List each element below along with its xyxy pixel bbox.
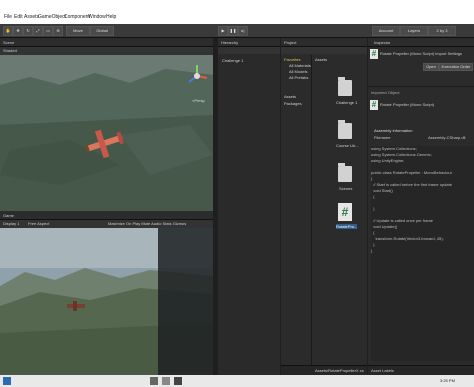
folder-icon[interactable] [338, 77, 352, 96]
tab-game[interactable]: Game [3, 213, 14, 218]
scene-tab-bar: Scene [0, 38, 213, 47]
menu-bar: File Edit Assets GameObject Component Wi… [0, 0, 474, 24]
script-source-preview: using System.Collections; using System.C… [371, 146, 474, 361]
fav-all-models[interactable]: All Models [289, 69, 307, 74]
menu-file[interactable]: File [4, 14, 12, 20]
toolbar: ✋ ✥ ↻ ⤢ ▭ ⊕ Move Global ▶ ❚❚ ▸| Account … [0, 24, 474, 38]
scene-gizmo-icon[interactable] [185, 64, 209, 88]
step-button-icon[interactable]: ▸| [238, 26, 248, 36]
tab-project[interactable]: Project [284, 40, 296, 45]
game-tab-bar: Game [0, 211, 213, 220]
start-icon[interactable] [3, 377, 11, 385]
tab-inspector[interactable]: Inspector [374, 40, 390, 45]
move-tool-icon[interactable]: ✥ [13, 26, 23, 36]
project-divider [311, 55, 312, 365]
asset-labels[interactable]: Asset Labels [371, 368, 394, 373]
selected-asset-path: Assets/RotatePropellerX.cs [315, 368, 364, 373]
transform-tool-icon[interactable]: ⊕ [53, 26, 63, 36]
folder-icon[interactable] [338, 163, 352, 182]
menu-gameobject[interactable]: GameObject [38, 14, 66, 20]
inspector-tab-bar: Inspector [368, 38, 474, 47]
global-toggle[interactable]: Global [90, 26, 114, 36]
scene-viewport[interactable] [0, 55, 213, 211]
project-panel: Project Favorites All Materials All Mode… [281, 38, 367, 376]
scale-tool-icon[interactable]: ⤢ [33, 26, 43, 36]
scene-toolbar: Shaded [0, 47, 213, 55]
menu-window[interactable]: Window [88, 14, 106, 20]
rect-tool-icon[interactable]: ▭ [43, 26, 53, 36]
hand-tool-icon[interactable]: ✋ [3, 26, 13, 36]
scene-panel: Scene Shaded <Persp [0, 38, 213, 211]
game-panel: Game Display 1 Free Aspect Maximize On P… [0, 211, 213, 375]
project-search[interactable] [281, 47, 367, 54]
filename-value: Assembly-CSharp.dll [428, 135, 466, 140]
favorites-node[interactable]: Favorites [284, 57, 300, 62]
rotate-tool-icon[interactable]: ↻ [23, 26, 33, 36]
fav-all-prefabs[interactable]: All Prefabs [289, 75, 308, 80]
script-file-label[interactable]: RotatePro... [336, 224, 358, 229]
hierarchy-search[interactable] [218, 47, 280, 54]
imported-object-header: Imported Object [371, 90, 400, 95]
pivot-toggle[interactable]: Move [66, 26, 90, 36]
unity-app-icon[interactable] [174, 377, 182, 385]
menu-edit[interactable]: Edit [14, 14, 23, 20]
filename-label: Filename [374, 135, 391, 140]
shading-mode-dropdown[interactable]: Shaded [3, 48, 17, 53]
imported-object-name: Rotate Propeller (Mono Script) [380, 102, 435, 107]
taskbar: 3:25 PM [0, 375, 474, 387]
open-button[interactable]: Open [423, 63, 439, 71]
inspector-panel: Inspector # Rotate Propeller (Mono Scrip… [368, 38, 474, 376]
game-viewport[interactable] [0, 228, 213, 375]
hierarchy-scene-item[interactable]: Challenge 1 [222, 58, 243, 63]
folder-scenes-label: Scenes [339, 186, 353, 191]
tab-hierarchy[interactable]: Hierarchy [221, 40, 238, 45]
layout-dropdown[interactable]: 2 by 3 [428, 26, 456, 36]
inspector-title: Rotate Propeller (Mono Script) Import Se… [380, 51, 463, 56]
menu-assets[interactable]: Assets [24, 14, 39, 20]
assets-node[interactable]: Assets [284, 94, 296, 99]
fav-all-materials[interactable]: All Materials [289, 63, 311, 68]
display-dropdown[interactable]: Display 1 [3, 221, 19, 226]
hierarchy-panel: Hierarchy Challenge 1 [218, 38, 280, 375]
persp-label: <Persp [192, 98, 205, 103]
packages-node[interactable]: Packages [284, 101, 302, 106]
menu-help[interactable]: Help [106, 14, 116, 20]
layers-dropdown[interactable]: Layers [400, 26, 428, 36]
play-button-icon[interactable]: ▶ [218, 26, 228, 36]
game-toolbar: Display 1 Free Aspect Maximize On Play M… [0, 220, 213, 228]
menu-component[interactable]: Component [64, 14, 90, 20]
assembly-info-header: Assembly Information [374, 128, 413, 133]
tab-scene[interactable]: Scene [3, 40, 14, 45]
project-tab-bar: Project [281, 38, 367, 47]
account-dropdown[interactable]: Account [372, 26, 400, 36]
script-icon: # [370, 100, 378, 110]
app-icon[interactable] [150, 377, 158, 385]
app-icon[interactable] [162, 377, 170, 385]
csharp-script-icon[interactable]: # [338, 203, 352, 221]
hierarchy-tab-bar: Hierarchy [218, 38, 280, 47]
aspect-dropdown[interactable]: Free Aspect [28, 221, 49, 226]
game-options[interactable]: Maximize On Play Mute Audio Stats Gizmos [108, 221, 186, 226]
script-icon: # [370, 49, 378, 59]
project-breadcrumb[interactable]: Assets [315, 57, 327, 62]
execution-order-button[interactable]: Execution Order [439, 63, 473, 71]
folder-icon[interactable] [338, 120, 352, 139]
pause-button-icon[interactable]: ❚❚ [228, 26, 238, 36]
clock: 3:25 PM [440, 378, 455, 383]
folder-courselib-label: Course Lib... [336, 143, 359, 148]
divider [368, 86, 474, 87]
folder-challenge-label: Challenge 1 [336, 100, 358, 105]
